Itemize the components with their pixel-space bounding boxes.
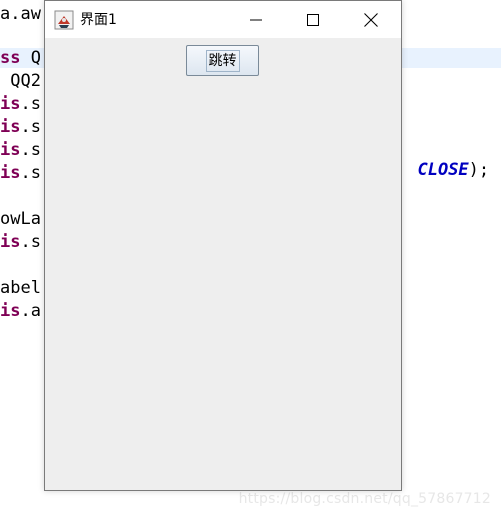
maximize-icon bbox=[307, 13, 319, 26]
code-text: a.aw bbox=[0, 4, 41, 24]
code-fragment-close: CLOSE); bbox=[397, 140, 489, 180]
code-line: is.s bbox=[0, 117, 41, 137]
code-line: is.a bbox=[0, 301, 41, 321]
code-suffix: ); bbox=[468, 160, 490, 180]
app-window[interactable]: 界面1 跳转 bbox=[44, 0, 402, 491]
close-icon bbox=[364, 12, 378, 27]
code-keyword: is bbox=[0, 301, 21, 321]
title-bar[interactable]: 界面1 bbox=[45, 1, 401, 38]
jump-button[interactable]: 跳转 bbox=[186, 45, 259, 76]
code-text: owLa bbox=[0, 209, 41, 229]
maximize-button[interactable] bbox=[290, 1, 336, 38]
code-keyword: ss bbox=[0, 48, 21, 68]
code-line: is.s bbox=[0, 94, 41, 114]
code-keyword: is bbox=[0, 232, 21, 252]
code-keyword: is bbox=[0, 140, 21, 160]
code-text: .a bbox=[20, 301, 41, 321]
window-content: 跳转 bbox=[45, 38, 401, 490]
code-keyword: is bbox=[0, 94, 21, 114]
code-text: .s bbox=[20, 232, 41, 252]
code-text: QQ2 bbox=[0, 71, 41, 91]
code-line: is.s bbox=[0, 163, 41, 183]
watermark: https://blog.csdn.net/qq_57867712 bbox=[238, 491, 491, 507]
java-cup-icon bbox=[54, 10, 74, 30]
code-text: abel bbox=[0, 278, 41, 298]
code-keyword: is bbox=[0, 163, 21, 183]
window-title: 界面1 bbox=[80, 12, 117, 28]
code-line: abel bbox=[0, 278, 41, 298]
code-constant: CLOSE bbox=[417, 160, 469, 180]
close-button[interactable] bbox=[348, 1, 394, 38]
code-text: .s bbox=[20, 163, 41, 183]
code-text: .s bbox=[20, 94, 41, 114]
code-line: a.aw bbox=[0, 4, 41, 24]
code-line: QQ2 bbox=[0, 71, 41, 91]
code-line: is.s bbox=[0, 140, 41, 160]
minimize-icon bbox=[250, 19, 262, 20]
code-text: Q bbox=[20, 48, 41, 68]
code-text: .s bbox=[20, 117, 41, 137]
code-line: is.s bbox=[0, 232, 41, 252]
code-text: .s bbox=[20, 140, 41, 160]
jump-button-label: 跳转 bbox=[205, 49, 240, 72]
code-keyword: is bbox=[0, 117, 21, 137]
minimize-button[interactable] bbox=[233, 1, 279, 38]
code-line: owLa bbox=[0, 209, 41, 229]
